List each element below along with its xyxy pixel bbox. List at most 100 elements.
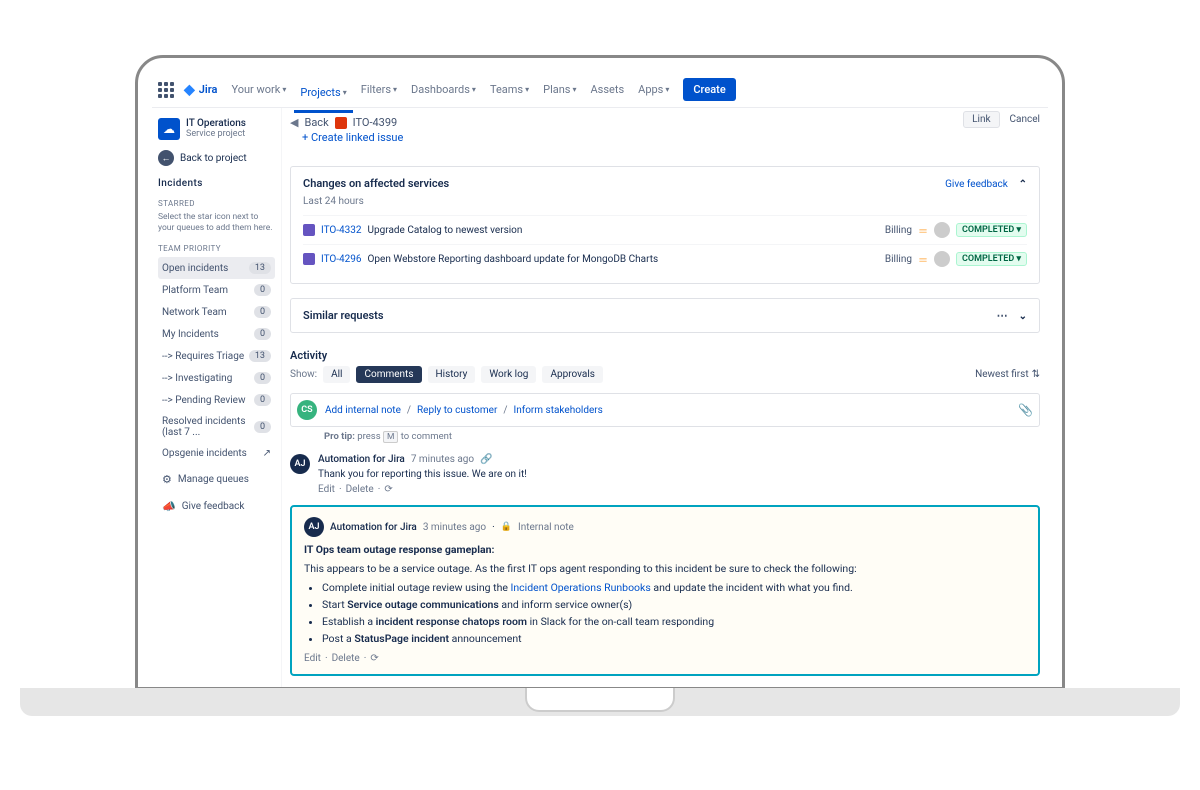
back-link[interactable]: Back bbox=[304, 116, 328, 129]
keyboard-key: M bbox=[383, 431, 398, 443]
note-checklist: Complete initial outage review using the… bbox=[322, 581, 1026, 645]
edit-link[interactable]: Edit bbox=[318, 484, 335, 495]
comment-actions: Edit · Delete · ⟳ bbox=[318, 484, 1040, 495]
priority-icon: ＝ bbox=[918, 223, 928, 238]
list-item: Complete initial outage review using the… bbox=[322, 581, 1026, 594]
tab-approvals[interactable]: Approvals bbox=[542, 366, 602, 383]
jira-logo[interactable]: ◆ Jira bbox=[184, 82, 217, 98]
change-title: Upgrade Catalog to newest version bbox=[368, 225, 879, 236]
sidebar-item[interactable]: Platform Team0 bbox=[158, 279, 275, 301]
change-type-icon bbox=[303, 253, 315, 265]
sidebar-item-label: My Incidents bbox=[162, 329, 219, 340]
chevron-down-icon: ▾ bbox=[572, 85, 576, 94]
chevron-down-icon: ▾ bbox=[665, 85, 669, 94]
nav-filters[interactable]: Filters▾ bbox=[355, 77, 403, 102]
sidebar-item[interactable]: My Incidents0 bbox=[158, 323, 275, 345]
count-badge: 0 bbox=[254, 394, 271, 406]
status-badge[interactable]: COMPLETED ▾ bbox=[956, 223, 1027, 237]
edit-link[interactable]: Edit bbox=[304, 653, 321, 664]
runbooks-link[interactable]: Incident Operations Runbooks bbox=[511, 581, 651, 594]
project-header: ☁ IT Operations Service project bbox=[158, 118, 275, 140]
sidebar-item[interactable]: Opsgenie incidents↗ bbox=[158, 443, 275, 464]
list-item: Establish a incident response chatops ro… bbox=[322, 615, 1026, 628]
internal-note: AJ Automation for Jira 3 minutes ago · 🔒… bbox=[290, 505, 1040, 676]
link-button[interactable]: Link bbox=[963, 111, 999, 128]
tab-history[interactable]: History bbox=[428, 366, 476, 383]
reply-to-customer[interactable]: Reply to customer bbox=[417, 405, 497, 416]
note-intro: This appears to be a service outage. As … bbox=[304, 562, 1026, 575]
changes-subtitle: Last 24 hours bbox=[303, 196, 1027, 207]
expand-icon[interactable]: ⌄ bbox=[1019, 311, 1027, 322]
sort-newest[interactable]: Newest first⇅ bbox=[975, 369, 1040, 380]
sidebar-item-label: Open incidents bbox=[162, 263, 228, 274]
permalink-icon[interactable]: 🔗 bbox=[480, 454, 492, 465]
give-feedback[interactable]: 📣Give feedback bbox=[158, 495, 275, 518]
back-to-project[interactable]: ← Back to project bbox=[158, 150, 275, 166]
give-feedback-link[interactable]: Give feedback bbox=[945, 179, 1008, 190]
change-category: Billing bbox=[885, 254, 912, 265]
collapse-icon[interactable]: ⌃ bbox=[1019, 179, 1027, 190]
user-avatar: CS bbox=[297, 400, 317, 420]
product-label: Jira bbox=[199, 83, 218, 96]
note-title: IT Ops team outage response gameplan: bbox=[304, 543, 1026, 556]
count-badge: 0 bbox=[254, 284, 271, 296]
sidebar-item[interactable]: Resolved incidents (last 7 ...0 bbox=[158, 411, 275, 443]
sidebar-item[interactable]: Network Team0 bbox=[158, 301, 275, 323]
comment-text: Thank you for reporting this issue. We a… bbox=[318, 469, 1040, 480]
tab-worklog[interactable]: Work log bbox=[481, 366, 536, 383]
nav-assets[interactable]: Assets bbox=[585, 77, 631, 102]
sidebar-item[interactable]: Open incidents 13 bbox=[158, 257, 275, 279]
nav-your-work[interactable]: Your work▾ bbox=[225, 77, 292, 102]
list-item: Post a StatusPage incident announcement bbox=[322, 632, 1026, 645]
comment-input-row: CS Add internal note / Reply to customer… bbox=[290, 393, 1040, 427]
issue-key[interactable]: ITO-4399 bbox=[353, 116, 398, 129]
show-label: Show: bbox=[290, 369, 317, 380]
cancel-link[interactable]: Cancel bbox=[1010, 114, 1040, 125]
tab-comments[interactable]: Comments bbox=[356, 366, 421, 383]
internal-note-badge: Internal note bbox=[518, 522, 574, 533]
delete-link[interactable]: Delete bbox=[332, 653, 360, 664]
delete-link[interactable]: Delete bbox=[346, 484, 374, 495]
count-badge: 0 bbox=[254, 372, 271, 384]
add-internal-note[interactable]: Add internal note bbox=[325, 405, 401, 416]
tab-all[interactable]: All bbox=[323, 366, 350, 383]
similar-requests-panel: Similar requests ⋯ ⌄ bbox=[290, 298, 1040, 333]
status-badge[interactable]: COMPLETED ▾ bbox=[956, 252, 1027, 266]
incident-type-icon bbox=[335, 117, 347, 129]
comment: AJ Automation for Jira 7 minutes ago 🔗 T… bbox=[290, 454, 1040, 495]
chevron-down-icon: ▾ bbox=[393, 85, 397, 94]
chevron-down-icon: ▾ bbox=[343, 88, 347, 97]
project-icon: ☁ bbox=[158, 118, 180, 140]
sidebar-item[interactable]: --> Pending Review0 bbox=[158, 389, 275, 411]
more-icon[interactable]: ⋯ bbox=[997, 309, 1008, 322]
inform-stakeholders[interactable]: Inform stakeholders bbox=[513, 405, 602, 416]
attachment-icon[interactable]: 📎 bbox=[1018, 403, 1033, 417]
breadcrumb: ◀ Back ITO-4399 bbox=[290, 116, 1040, 129]
starred-header: STARRED bbox=[158, 199, 275, 208]
changes-title: Changes on affected services bbox=[303, 177, 449, 190]
nav-plans[interactable]: Plans▾ bbox=[537, 77, 582, 102]
jira-mark-icon: ◆ bbox=[184, 82, 195, 98]
manage-queues[interactable]: ⚙Manage queues bbox=[158, 468, 275, 491]
refresh-icon[interactable]: ⟳ bbox=[384, 484, 392, 495]
app-switcher-icon[interactable] bbox=[158, 82, 174, 98]
sidebar-item[interactable]: --> Investigating0 bbox=[158, 367, 275, 389]
nav-teams[interactable]: Teams▾ bbox=[484, 77, 535, 102]
change-key[interactable]: ITO-4332 bbox=[321, 225, 362, 236]
change-category: Billing bbox=[885, 225, 912, 236]
chevron-down-icon: ▾ bbox=[472, 85, 476, 94]
create-linked-issue[interactable]: + Create linked issue bbox=[302, 131, 403, 144]
change-key[interactable]: ITO-4296 bbox=[321, 254, 362, 265]
count-badge: 13 bbox=[249, 262, 271, 274]
change-title: Open Webstore Reporting dashboard update… bbox=[368, 254, 879, 265]
sort-icon: ⇅ bbox=[1032, 369, 1040, 380]
sidebar-item[interactable]: --> Requires Triage13 bbox=[158, 345, 275, 367]
nav-apps[interactable]: Apps▾ bbox=[632, 77, 675, 102]
comment-time: 3 minutes ago bbox=[423, 522, 486, 533]
sidebar: ☁ IT Operations Service project ← Back t… bbox=[152, 108, 282, 687]
nav-links: Your work▾ Projects▾ Filters▾ Dashboards… bbox=[225, 77, 675, 102]
sidebar-item-label: --> Requires Triage bbox=[162, 351, 244, 362]
refresh-icon[interactable]: ⟳ bbox=[370, 653, 378, 664]
create-button[interactable]: Create bbox=[683, 78, 735, 101]
nav-dashboards[interactable]: Dashboards▾ bbox=[405, 77, 482, 102]
